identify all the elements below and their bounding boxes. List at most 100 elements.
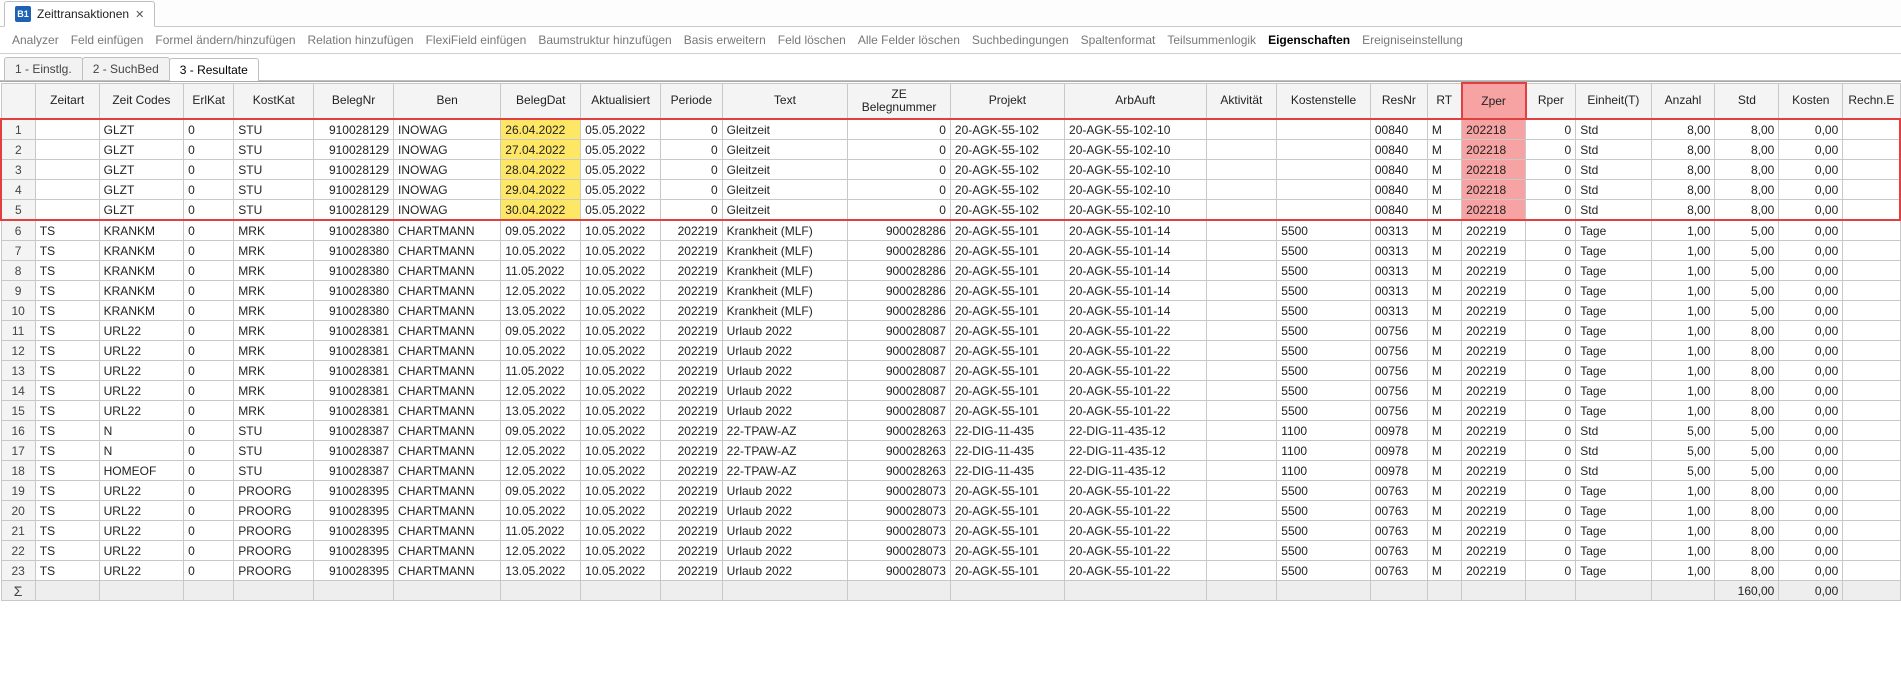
cell-zeb[interactable]: 900028286 — [848, 220, 951, 241]
cell-einh[interactable]: Std — [1576, 200, 1651, 221]
cell-bdat[interactable]: 29.04.2022 — [501, 180, 581, 200]
cell-rper[interactable]: 0 — [1526, 401, 1576, 421]
cell-kosten[interactable]: 0,00 — [1779, 501, 1843, 521]
cell-zeitart[interactable] — [35, 140, 99, 160]
cell-einh[interactable]: Std — [1576, 421, 1651, 441]
cell-rechn[interactable] — [1843, 501, 1900, 521]
cell-rt[interactable]: M — [1427, 180, 1461, 200]
cell-rper[interactable]: 0 — [1526, 261, 1576, 281]
cell-zc[interactable]: KRANKM — [99, 220, 183, 241]
cell-einh[interactable]: Tage — [1576, 481, 1651, 501]
row-number[interactable]: 23 — [1, 561, 35, 581]
cell-text[interactable]: Urlaub 2022 — [722, 361, 848, 381]
cell-rechn[interactable] — [1843, 541, 1900, 561]
cell-zc[interactable]: KRANKM — [99, 301, 183, 321]
cell-proj[interactable]: 20-AGK-55-102 — [950, 119, 1064, 140]
cell-aktv[interactable] — [1206, 281, 1277, 301]
sub-tab[interactable]: 3 - Resultate — [169, 58, 259, 81]
cell-zc[interactable]: URL22 — [99, 401, 183, 421]
table-row[interactable]: 10TSKRANKM0MRK910028380CHARTMANN13.05.20… — [1, 301, 1900, 321]
cell-rper[interactable]: 0 — [1526, 341, 1576, 361]
cell-rechn[interactable] — [1843, 180, 1900, 200]
cell-zeitart[interactable] — [35, 200, 99, 221]
column-header[interactable]: BelegDat — [501, 83, 581, 119]
cell-per[interactable]: 202219 — [661, 561, 723, 581]
row-number[interactable]: 21 — [1, 521, 35, 541]
cell-akt[interactable]: 10.05.2022 — [581, 361, 661, 381]
cell-zeitart[interactable]: TS — [35, 421, 99, 441]
cell-zeb[interactable]: 900028073 — [848, 561, 951, 581]
cell-rt[interactable]: M — [1427, 421, 1461, 441]
cell-rt[interactable]: M — [1427, 361, 1461, 381]
cell-per[interactable]: 202219 — [661, 361, 723, 381]
cell-text[interactable]: Gleitzeit — [722, 180, 848, 200]
cell-rt[interactable]: M — [1427, 301, 1461, 321]
cell-aktv[interactable] — [1206, 401, 1277, 421]
menu-item[interactable]: Baumstruktur hinzufügen — [538, 33, 671, 47]
column-header[interactable]: Kosten — [1779, 83, 1843, 119]
cell-zeitart[interactable] — [35, 160, 99, 180]
cell-rt[interactable]: M — [1427, 261, 1461, 281]
cell-kk[interactable]: MRK — [234, 321, 314, 341]
cell-akt[interactable]: 05.05.2022 — [581, 200, 661, 221]
cell-bdat[interactable]: 11.05.2022 — [501, 521, 581, 541]
cell-rper[interactable]: 0 — [1526, 200, 1576, 221]
cell-ben[interactable]: CHARTMANN — [394, 241, 501, 261]
column-header[interactable]: Zeitart — [35, 83, 99, 119]
cell-text[interactable]: Urlaub 2022 — [722, 501, 848, 521]
cell-rper[interactable]: 0 — [1526, 521, 1576, 541]
cell-akt[interactable]: 10.05.2022 — [581, 261, 661, 281]
cell-rper[interactable]: 0 — [1526, 241, 1576, 261]
menu-item[interactable]: Formel ändern/hinzufügen — [155, 33, 295, 47]
cell-kk[interactable]: MRK — [234, 261, 314, 281]
column-header[interactable]: Kostenstelle — [1277, 83, 1371, 119]
cell-text[interactable]: Urlaub 2022 — [722, 481, 848, 501]
cell-std[interactable]: 8,00 — [1715, 140, 1779, 160]
cell-res[interactable]: 00840 — [1370, 180, 1427, 200]
cell-rechn[interactable] — [1843, 200, 1900, 221]
cell-zper[interactable]: 202219 — [1462, 521, 1526, 541]
cell-aktv[interactable] — [1206, 261, 1277, 281]
column-header[interactable]: BelegNr — [314, 83, 394, 119]
cell-akt[interactable]: 05.05.2022 — [581, 160, 661, 180]
cell-aktv[interactable] — [1206, 200, 1277, 221]
cell-zper[interactable]: 202219 — [1462, 321, 1526, 341]
cell-zeb[interactable]: 0 — [848, 200, 951, 221]
cell-ben[interactable]: CHARTMANN — [394, 381, 501, 401]
cell-erl[interactable]: 0 — [184, 160, 234, 180]
table-row[interactable]: 11TSURL220MRK910028381CHARTMANN09.05.202… — [1, 321, 1900, 341]
cell-kosten[interactable]: 0,00 — [1779, 521, 1843, 541]
cell-akt[interactable]: 10.05.2022 — [581, 521, 661, 541]
cell-bnr[interactable]: 910028380 — [314, 301, 394, 321]
cell-ben[interactable]: CHARTMANN — [394, 220, 501, 241]
cell-kosten[interactable]: 0,00 — [1779, 381, 1843, 401]
cell-erl[interactable]: 0 — [184, 281, 234, 301]
cell-zeb[interactable]: 900028073 — [848, 501, 951, 521]
cell-zeb[interactable]: 900028087 — [848, 361, 951, 381]
cell-zper[interactable]: 202218 — [1462, 200, 1526, 221]
cell-proj[interactable]: 22-DIG-11-435 — [950, 461, 1064, 481]
menu-item[interactable]: Feld löschen — [778, 33, 846, 47]
column-header[interactable]: Zper — [1462, 83, 1526, 119]
cell-proj[interactable]: 20-AGK-55-101 — [950, 321, 1064, 341]
cell-zeb[interactable]: 900028263 — [848, 421, 951, 441]
cell-std[interactable]: 8,00 — [1715, 341, 1779, 361]
cell-anz[interactable]: 1,00 — [1651, 501, 1715, 521]
cell-std[interactable]: 5,00 — [1715, 421, 1779, 441]
cell-kk[interactable]: PROORG — [234, 521, 314, 541]
cell-anz[interactable]: 5,00 — [1651, 421, 1715, 441]
cell-rt[interactable]: M — [1427, 241, 1461, 261]
cell-rechn[interactable] — [1843, 361, 1900, 381]
cell-erl[interactable]: 0 — [184, 561, 234, 581]
cell-zc[interactable]: HOMEOF — [99, 461, 183, 481]
cell-res[interactable]: 00763 — [1370, 521, 1427, 541]
cell-kosten[interactable]: 0,00 — [1779, 361, 1843, 381]
cell-text[interactable]: Urlaub 2022 — [722, 381, 848, 401]
cell-bdat[interactable]: 28.04.2022 — [501, 160, 581, 180]
cell-kosten[interactable]: 0,00 — [1779, 180, 1843, 200]
cell-arb[interactable]: 20-AGK-55-102-10 — [1065, 160, 1207, 180]
cell-zc[interactable]: URL22 — [99, 341, 183, 361]
window-tab[interactable]: B1 Zeittransaktionen ✕ — [4, 1, 155, 27]
cell-rper[interactable]: 0 — [1526, 481, 1576, 501]
cell-bdat[interactable]: 12.05.2022 — [501, 281, 581, 301]
